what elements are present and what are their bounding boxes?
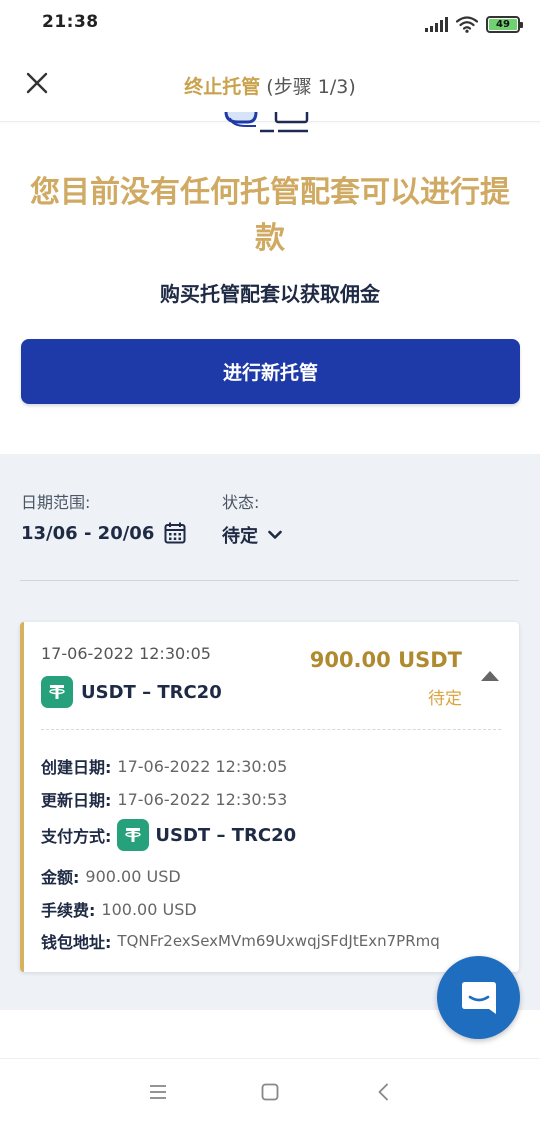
status-bar: 21:38 49 [0, 0, 540, 48]
empty-state-title: 您目前没有任何托管配套可以进行提款 [30, 175, 510, 256]
signal-icon [425, 16, 448, 32]
tether-icon [117, 819, 150, 851]
status-filter-value: 待定 [222, 526, 258, 547]
detail-payment-value: USDT – TRC20 [155, 824, 297, 846]
wifi-icon [456, 15, 478, 33]
detail-fee: 手续费: 100.00 USD [41, 897, 197, 921]
detail-wallet-label: 钱包地址: [41, 933, 112, 952]
tether-icon [41, 676, 73, 708]
transaction-amount: 900.00 USDT [309, 648, 462, 672]
transaction-date: 17-06-2022 12:30:05 [41, 644, 211, 663]
coin-name: USDT – TRC20 [81, 681, 222, 703]
transactions-section: 日期范围: 13/06 - 20/06 状态: 待定 17-06-2022 12… [0, 454, 540, 1010]
date-range-label: 日期范围: [21, 493, 91, 512]
detail-wallet-value[interactable]: TQNFr2exSexMVm69UxwqjSFdJtExn7PRmq [117, 932, 439, 950]
detail-fee-label: 手续费: [41, 901, 96, 920]
filter-divider [20, 580, 519, 581]
detail-amount-value: 900.00 USD [85, 866, 181, 886]
wallet-illustration [224, 112, 309, 133]
chat-button[interactable] [437, 956, 520, 1039]
status-icons: 49 [425, 14, 523, 34]
detail-payment: 支付方式: USDT – TRC20 [41, 819, 296, 851]
transaction-card[interactable]: 17-06-2022 12:30:05 USDT – TRC20 900.00 … [20, 622, 519, 972]
date-range-value: 13/06 - 20/06 [21, 522, 155, 544]
status-time: 21:38 [42, 12, 99, 32]
detail-updated: 更新日期: 17-06-2022 12:30:53 [41, 787, 287, 811]
collapse-toggle[interactable] [477, 666, 503, 686]
back-icon [378, 1083, 388, 1101]
back-nav-button[interactable] [368, 1079, 398, 1105]
date-range-picker[interactable]: 13/06 - 20/06 [21, 522, 186, 544]
detail-amount: 金额: 900.00 USD [41, 864, 181, 888]
chat-icon [461, 981, 496, 1014]
empty-state-subtitle: 购买托管配套以获取佣金 [160, 282, 380, 306]
battery-icon: 49 [486, 15, 523, 33]
status-filter-label: 状态: [222, 493, 260, 512]
home-icon [261, 1083, 279, 1101]
detail-wallet: 钱包地址: TQNFr2exSexMVm69UxwqjSFdJtExn7PRmq [41, 929, 440, 953]
transaction-status: 待定 [428, 689, 462, 709]
detail-updated-value: 17-06-2022 12:30:53 [117, 789, 288, 809]
detail-created-value: 17-06-2022 12:30:05 [117, 756, 288, 776]
page-title-step: (步骤 1/3) [266, 76, 356, 98]
app-header: 终止托管 (步骤 1/3) [0, 48, 540, 122]
detail-fee-value: 100.00 USD [101, 899, 197, 919]
coin-row: USDT – TRC20 [41, 676, 222, 708]
page-title-main: 终止托管 [184, 76, 261, 98]
home-nav-button[interactable] [255, 1079, 285, 1105]
page-title: 终止托管 (步骤 1/3) [0, 72, 540, 99]
detail-created: 创建日期: 17-06-2022 12:30:05 [41, 754, 287, 778]
menu-icon [150, 1085, 166, 1099]
new-custody-button[interactable]: 进行新托管 [21, 339, 520, 404]
system-nav-bar [0, 1058, 540, 1124]
chevron-down-icon [268, 530, 282, 539]
detail-payment-label: 支付方式: [41, 827, 112, 846]
battery-level: 49 [489, 18, 517, 30]
detail-updated-label: 更新日期: [41, 791, 112, 810]
status-filter-select[interactable]: 待定 [222, 522, 282, 548]
menu-nav-button[interactable] [143, 1079, 173, 1105]
card-divider [41, 729, 501, 730]
detail-amount-label: 金额: [41, 868, 80, 887]
caret-up-icon [481, 671, 499, 681]
calendar-icon [164, 522, 186, 544]
detail-created-label: 创建日期: [41, 758, 112, 777]
